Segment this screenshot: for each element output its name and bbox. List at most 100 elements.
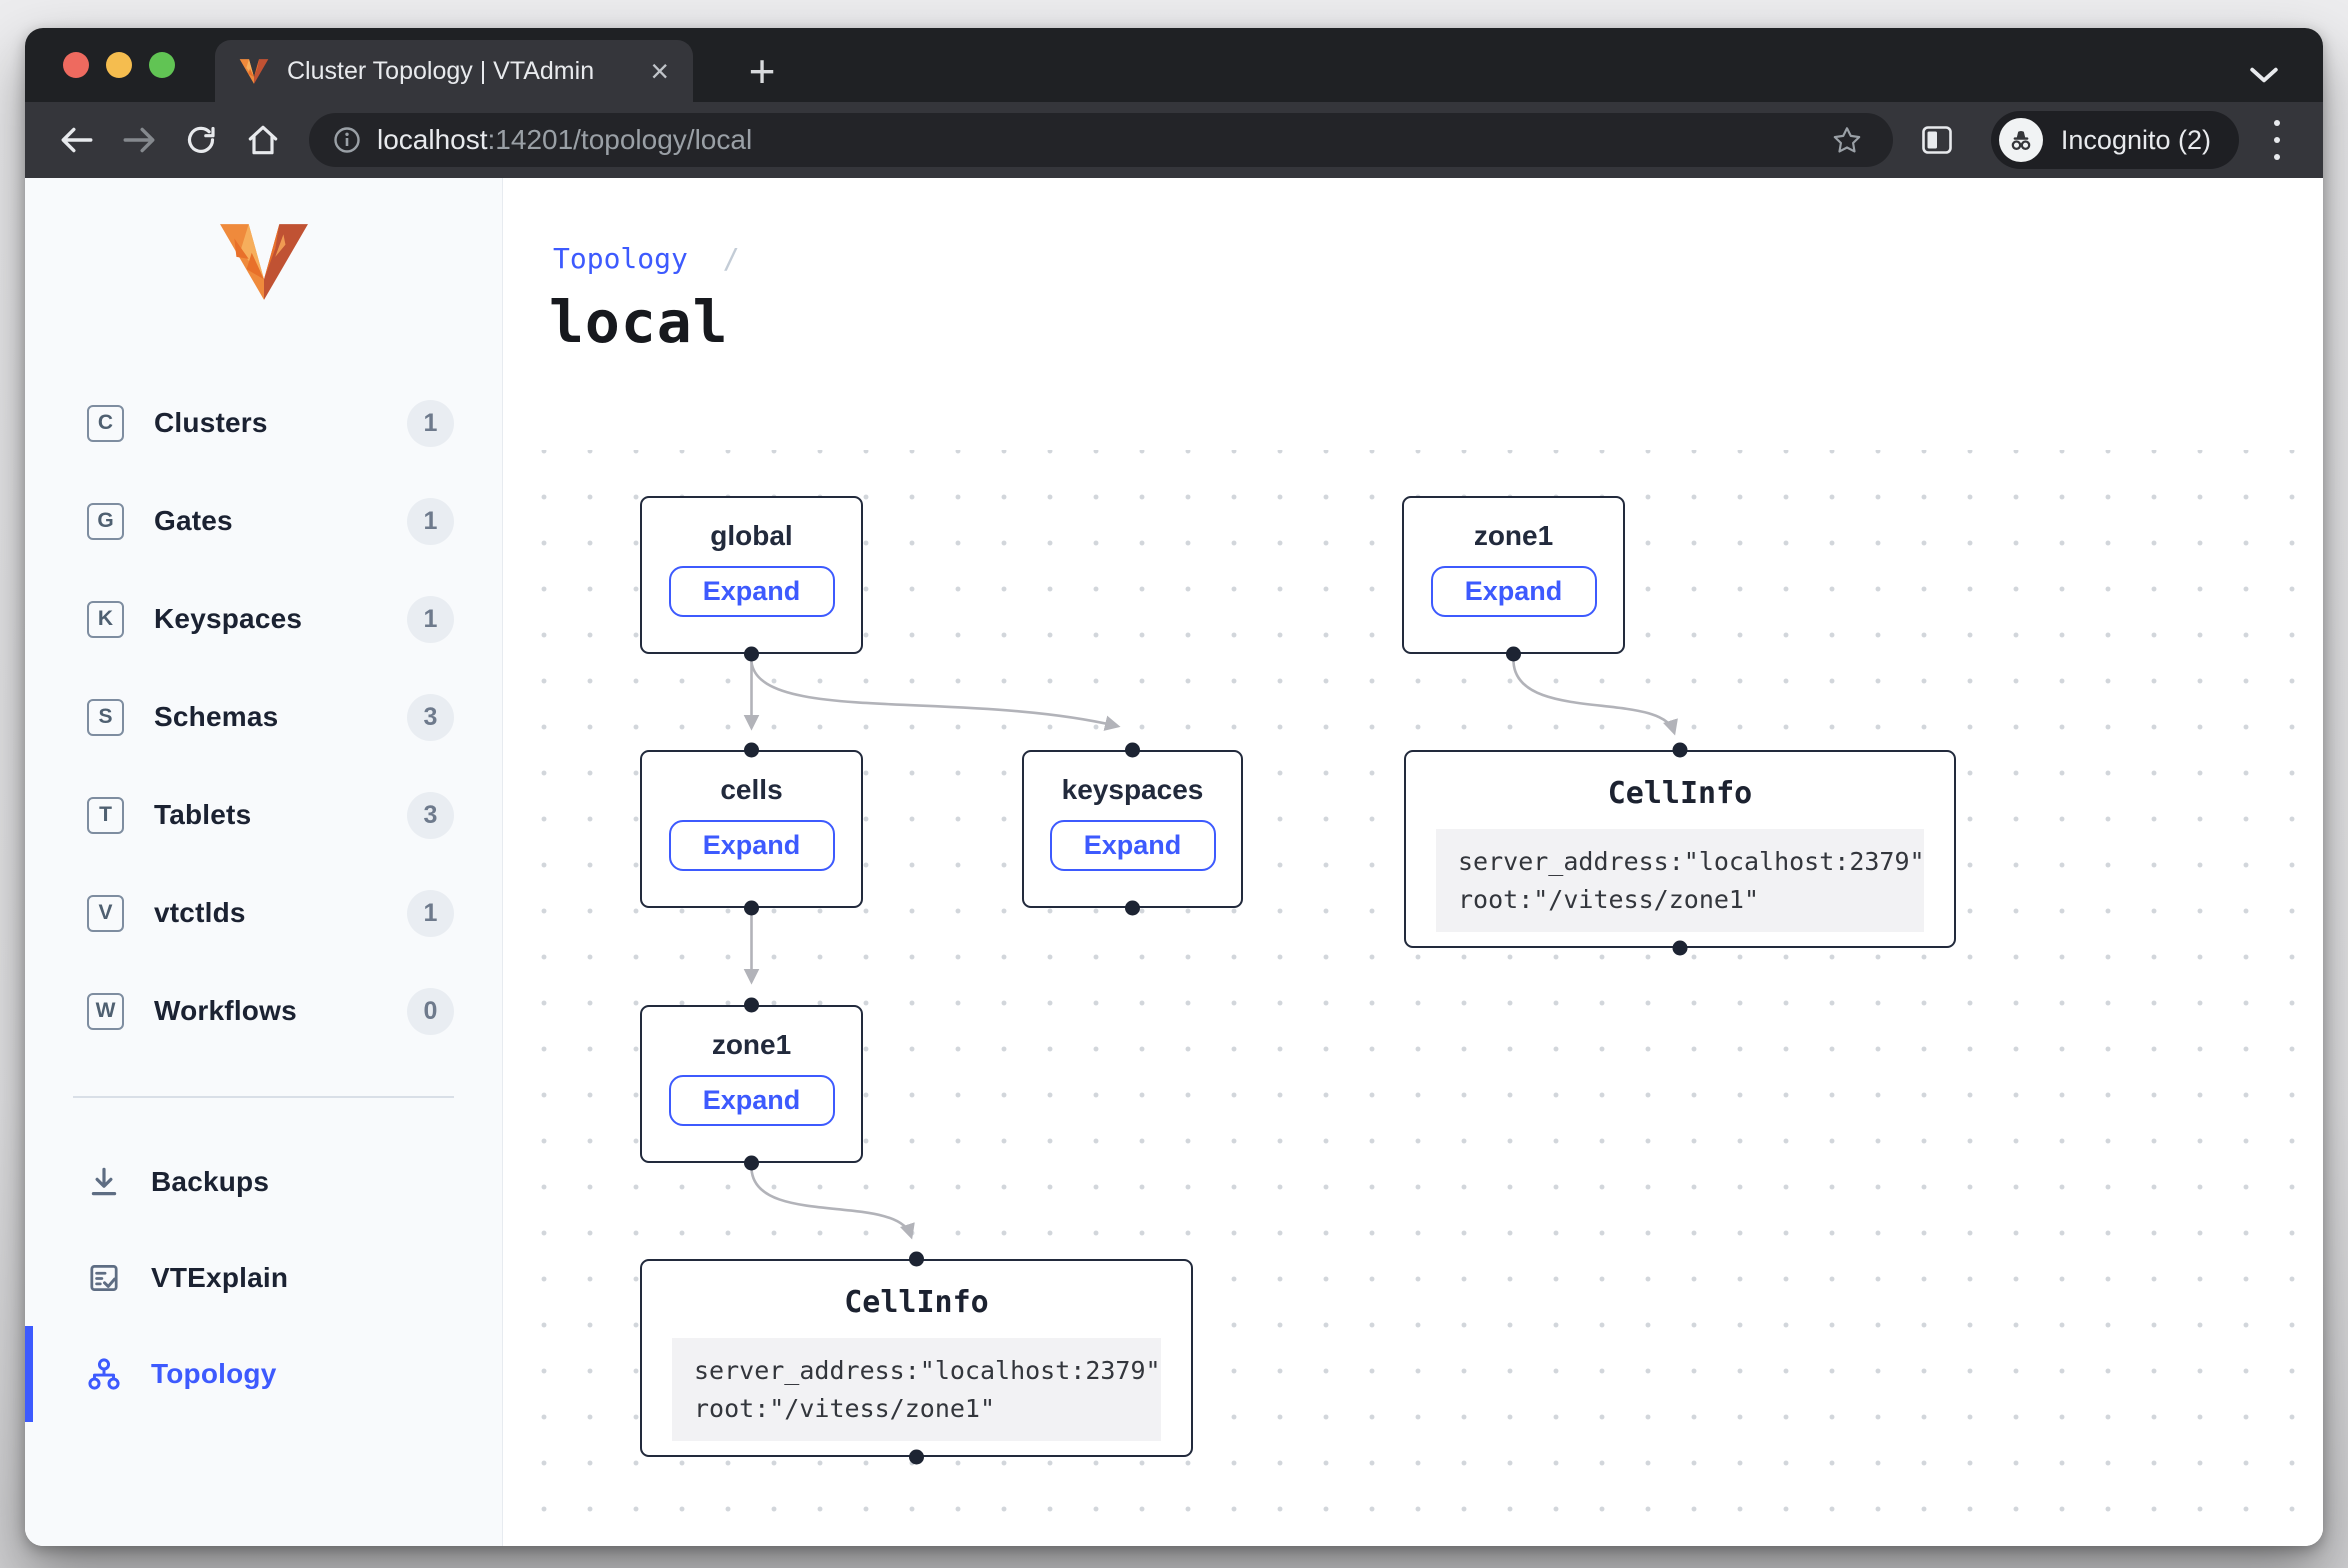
url-text: localhost:14201/topology/local [377, 124, 752, 156]
workflows-icon: W [87, 993, 124, 1030]
count-badge: 1 [407, 498, 454, 545]
breadcrumb-separator: / [723, 242, 740, 275]
sidebar-item-label: Keyspaces [154, 603, 302, 635]
maximize-window-button[interactable] [149, 52, 175, 78]
schemas-icon: S [87, 699, 124, 736]
node-keyspaces[interactable]: keyspaces Expand [1022, 750, 1243, 908]
main-panel: Topology / local global Expand zone1 Exp… [503, 178, 2323, 1546]
sidebar-item-tablets[interactable]: T Tablets 3 [25, 766, 502, 864]
node-title: cells [642, 774, 861, 806]
code-line: root:"/vitess/zone1" [694, 1394, 995, 1423]
sidebar-item-label: Schemas [154, 701, 278, 733]
sidebar-item-keyspaces[interactable]: K Keyspaces 1 [25, 570, 502, 668]
vtctlds-icon: V [87, 895, 124, 932]
expand-button[interactable]: Expand [669, 1075, 835, 1126]
node-title: global [642, 520, 861, 552]
document-check-icon [83, 1260, 125, 1296]
count-badge: 3 [407, 694, 454, 741]
gates-icon: G [87, 503, 124, 540]
sidebar-item-vtctlds[interactable]: V vtctlds 1 [25, 864, 502, 962]
sidebar-item-label: Tablets [154, 799, 251, 831]
address-bar[interactable]: localhost:14201/topology/local [309, 113, 1893, 167]
sidebar-item-label: Clusters [154, 407, 268, 439]
sidebar-item-topology[interactable]: Topology [25, 1326, 502, 1422]
count-badge: 1 [407, 890, 454, 937]
tablets-icon: T [87, 797, 124, 834]
sidebar-item-label: Gates [154, 505, 233, 537]
sidebar-item-schemas[interactable]: S Schemas 3 [25, 668, 502, 766]
node-title: zone1 [642, 1029, 861, 1061]
count-badge: 1 [407, 596, 454, 643]
page-content: C Clusters 1 G Gates 1 K Keyspaces 1 S S… [25, 178, 2323, 1546]
clusters-icon: C [87, 405, 124, 442]
node-zone1-top[interactable]: zone1 Expand [1402, 496, 1625, 654]
back-button[interactable] [51, 114, 103, 166]
browser-toolbar: localhost:14201/topology/local [25, 102, 2323, 178]
download-icon [83, 1164, 125, 1200]
url-host: localhost [377, 124, 488, 155]
new-tab-button[interactable]: + [737, 46, 787, 96]
site-info-icon[interactable] [333, 126, 361, 154]
node-global[interactable]: global Expand [640, 496, 863, 654]
node-title: keyspaces [1024, 774, 1241, 806]
sidebar-divider [73, 1096, 454, 1098]
sidebar-item-label: VTExplain [151, 1262, 288, 1294]
browser-menu-button[interactable] [2257, 114, 2297, 166]
node-cellinfo-bottom[interactable]: CellInfo server_address:"localhost:2379"… [640, 1259, 1193, 1457]
browser-tab[interactable]: Cluster Topology | VTAdmin × [215, 40, 693, 102]
expand-button[interactable]: Expand [1050, 820, 1216, 871]
sidebar: C Clusters 1 G Gates 1 K Keyspaces 1 S S… [25, 178, 503, 1546]
sidebar-item-vtexplain[interactable]: VTExplain [25, 1230, 502, 1326]
minimize-window-button[interactable] [106, 52, 132, 78]
side-panel-button[interactable] [1911, 114, 1963, 166]
browser-window: Cluster Topology | VTAdmin × + [25, 28, 2323, 1546]
sidebar-tools: Backups VTExplain [25, 1134, 502, 1422]
sidebar-item-label: vtctlds [154, 897, 246, 929]
sidebar-item-label: Workflows [154, 995, 297, 1027]
bookmark-star-icon[interactable] [1825, 118, 1869, 162]
forward-button[interactable] [113, 114, 165, 166]
tab-title: Cluster Topology | VTAdmin [287, 57, 650, 86]
node-title: zone1 [1404, 520, 1623, 552]
profile-incognito-badge[interactable]: Incognito (2) [1991, 111, 2239, 169]
cellinfo-code: server_address:"localhost:2379" root:"/v… [672, 1338, 1161, 1441]
vitess-favicon [239, 58, 269, 85]
close-window-button[interactable] [63, 52, 89, 78]
breadcrumb: Topology / [553, 242, 740, 275]
node-title: CellInfo [1406, 776, 1954, 811]
node-cellinfo-right[interactable]: CellInfo server_address:"localhost:2379"… [1404, 750, 1956, 948]
expand-button[interactable]: Expand [1431, 566, 1597, 617]
sidebar-item-backups[interactable]: Backups [25, 1134, 502, 1230]
sidebar-item-workflows[interactable]: W Workflows 0 [25, 962, 502, 1060]
incognito-label: Incognito (2) [2061, 125, 2211, 156]
url-rest: :14201/topology/local [488, 124, 753, 155]
sidebar-item-gates[interactable]: G Gates 1 [25, 472, 502, 570]
tab-search-chevron-icon[interactable] [2249, 66, 2279, 84]
active-indicator [25, 1326, 33, 1422]
count-badge: 1 [407, 400, 454, 447]
vitess-logo [218, 222, 310, 302]
sidebar-item-label: Backups [151, 1166, 269, 1198]
keyspaces-icon: K [87, 601, 124, 638]
page-title: local [549, 288, 729, 356]
code-line: server_address:"localhost:2379" [694, 1356, 1161, 1385]
topology-icon [83, 1356, 125, 1392]
node-title: CellInfo [642, 1285, 1191, 1320]
code-line: root:"/vitess/zone1" [1458, 885, 1759, 914]
sidebar-item-label: Topology [151, 1358, 277, 1390]
breadcrumb-topology-link[interactable]: Topology [553, 242, 688, 275]
reload-button[interactable] [175, 114, 227, 166]
expand-button[interactable]: Expand [669, 820, 835, 871]
count-badge: 0 [407, 988, 454, 1035]
incognito-icon [1999, 118, 2043, 162]
window-controls [63, 52, 175, 78]
tab-strip: Cluster Topology | VTAdmin × + [25, 28, 2323, 102]
sidebar-item-clusters[interactable]: C Clusters 1 [25, 374, 502, 472]
expand-button[interactable]: Expand [669, 566, 835, 617]
node-zone1-left[interactable]: zone1 Expand [640, 1005, 863, 1163]
node-cells[interactable]: cells Expand [640, 750, 863, 908]
close-tab-icon[interactable]: × [650, 55, 669, 87]
count-badge: 3 [407, 792, 454, 839]
home-button[interactable] [237, 114, 289, 166]
cellinfo-code: server_address:"localhost:2379" root:"/v… [1436, 829, 1924, 932]
